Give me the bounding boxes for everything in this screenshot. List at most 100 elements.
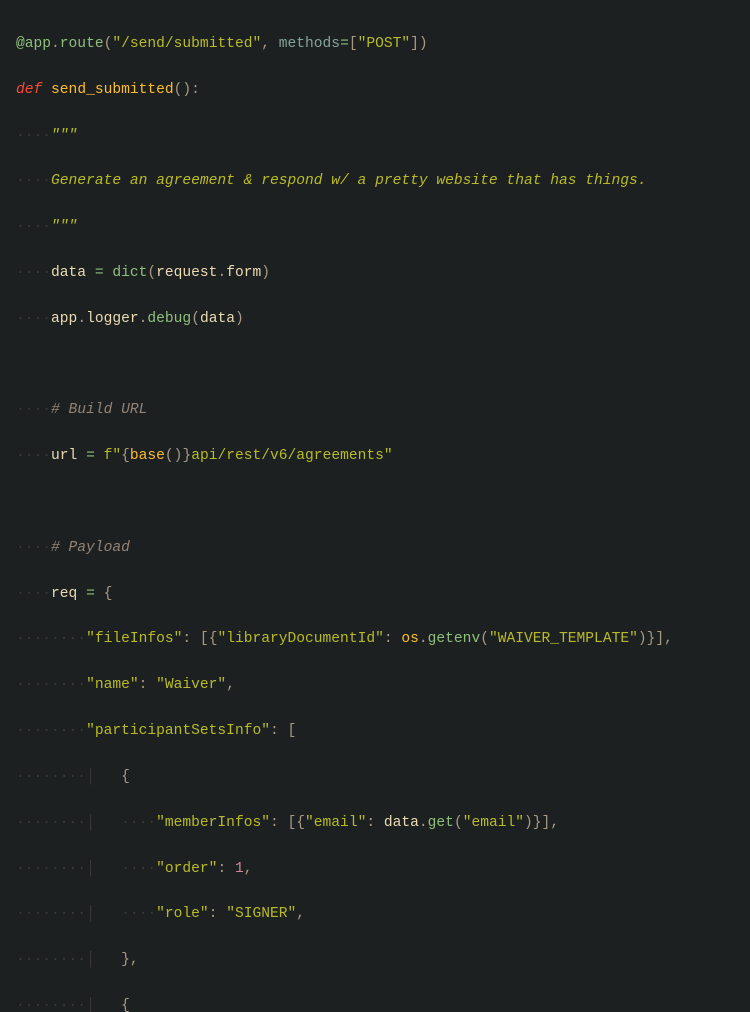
http-method: "POST" [358,36,411,52]
val-signer: "SIGNER" [226,906,296,922]
bracket-open: [ [288,723,297,739]
indent-guide: │ [86,769,121,785]
code-line: ····url = f"{base()}api/rest/v6/agreemen… [16,445,750,468]
key-email: "email" [305,815,366,831]
code-line: ········"fileInfos": [{"libraryDocumentI… [16,628,750,651]
val-1: 1 [235,861,244,877]
indent-guide: ···· [16,723,51,739]
brace-close: } [533,815,542,831]
paren-close: ) [524,815,533,831]
keyword-def: def [16,82,42,98]
indent-guide: ···· [51,861,86,877]
blank-line [16,491,750,514]
code-line: ····Generate an agreement & respond w/ a… [16,170,750,193]
function-name: send_submitted [51,82,174,98]
fstring-brace-open: { [121,448,130,464]
colon: : [270,723,288,739]
code-line: ········"name": "Waiver", [16,674,750,697]
var-req: req [51,586,77,602]
arg-data: data [200,311,235,327]
arg-email: "email" [463,815,524,831]
dot: . [419,631,428,647]
key-order: "order" [156,861,217,877]
bracket-close: ] [410,36,419,52]
indent-guide: ···· [16,677,51,693]
indent-guide: ···· [51,998,86,1012]
paren-open: ( [191,311,200,327]
get-call: get [428,815,454,831]
colon: : [139,677,157,693]
indent-guide: ···· [16,219,51,235]
indent-guide: ···· [51,723,86,739]
paren-close: ) [261,265,270,281]
indent-guide: │ [86,815,121,831]
colon: : [384,631,402,647]
key-librarydocid: "libraryDocumentId" [217,631,383,647]
getenv-call: getenv [428,631,481,647]
bracket-open: [ [349,36,358,52]
dot: . [419,815,428,831]
colon: : [217,861,235,877]
app-obj: app [51,311,77,327]
indent-guide: ···· [16,769,51,785]
comma: , [261,36,279,52]
key-memberinfos: "memberInfos" [156,815,270,831]
indent-guide: ···· [51,631,86,647]
paren-open: ( [480,631,489,647]
paren-close: ) [638,631,647,647]
brace-open: { [121,769,130,785]
bracket-close: ] [655,631,664,647]
comma: , [296,906,305,922]
indent-guide: ···· [51,769,86,785]
code-line: ········│ { [16,766,750,789]
dot: . [77,311,86,327]
code-line: ····# Build URL [16,399,750,422]
key-fileinfos: "fileInfos" [86,631,182,647]
code-line: ········│ ····"order": 1, [16,858,750,881]
key-name: "name" [86,677,139,693]
indent-guide: │ [86,861,121,877]
bracket-open: [ [200,631,209,647]
parens: () [165,448,183,464]
var-data: data [51,265,86,281]
colon: : [209,906,227,922]
indent-guide: ···· [51,815,86,831]
route-call: route [60,36,104,52]
indent-guide: ···· [16,540,51,556]
def-parens: (): [174,82,200,98]
paren-open: ( [454,815,463,831]
indent-guide: ···· [121,906,156,922]
equals: = [77,448,103,464]
quote: " [384,448,393,464]
code-line: ········│ { [16,995,750,1012]
comma: , [550,815,559,831]
code-line: ····""" [16,216,750,239]
indent-guide: ···· [121,815,156,831]
env-waiver-template: "WAIVER_TEMPLATE" [489,631,638,647]
bracket-open: [ [288,815,297,831]
dot: . [51,36,60,52]
indent-guide: ···· [16,128,51,144]
docstring-open: """ [51,128,77,144]
space [42,82,51,98]
comma: , [244,861,253,877]
comma: , [226,677,235,693]
code-line: ········│ ····"memberInfos": [{"email": … [16,812,750,835]
blank-line [16,354,750,377]
var-url: url [51,448,77,464]
code-line: ····req = { [16,583,750,606]
indent-guide: ···· [16,815,51,831]
colon: : [366,815,384,831]
equals: = [86,265,112,281]
fstring-brace-close: } [182,448,191,464]
request-obj: request [156,265,217,281]
quote: " [112,448,121,464]
base-call: base [130,448,165,464]
val-waiver: "Waiver" [156,677,226,693]
paren-close: ) [235,311,244,327]
indent-guide: ···· [16,173,51,189]
code-editor[interactable]: @app.route("/send/submitted", methods=["… [0,0,750,1012]
indent-guide: │ [86,998,121,1012]
code-line: @app.route("/send/submitted", methods=["… [16,33,750,56]
brace-close-comma: }, [121,952,139,968]
